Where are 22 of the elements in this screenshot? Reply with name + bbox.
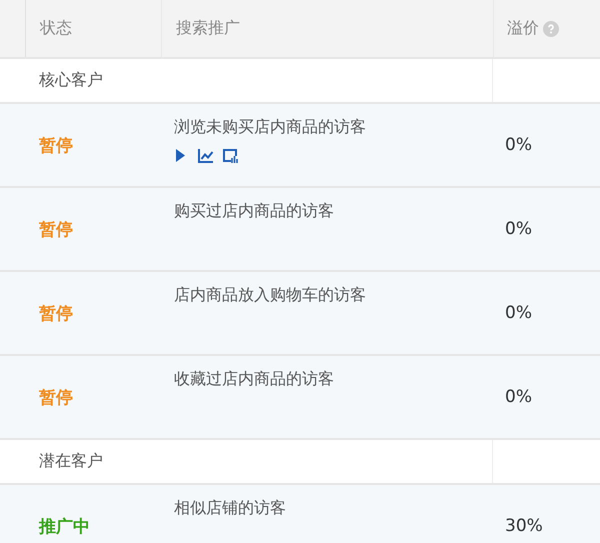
line-chart-icon[interactable] (198, 148, 214, 164)
premium-value: 0% (505, 387, 532, 407)
status-label: 暂停 (39, 302, 73, 324)
audience-name: 收藏过店内商品的访客 (174, 369, 334, 390)
premium-value: 0% (505, 135, 532, 155)
premium-value: 0% (505, 219, 532, 239)
audience-name: 店内商品放入购物车的访客 (174, 285, 366, 306)
audience-name: 浏览未购买店内商品的访客 (174, 117, 366, 138)
premium-value: 30% (505, 516, 543, 536)
status-label: 暂停 (39, 134, 73, 156)
status-label: 推广中 (39, 516, 90, 538)
status-label: 暂停 (39, 218, 73, 240)
status-label: 暂停 (39, 386, 73, 408)
group-label: 核心客户 (39, 70, 103, 91)
premium-value: 0% (505, 303, 532, 323)
column-header: 状态 (40, 18, 72, 39)
audience-name: 相似店铺的访客 (174, 498, 286, 519)
report-icon[interactable] (222, 148, 238, 164)
column-header: 搜索推广 (176, 18, 240, 39)
audience-name: 购买过店内商品的访客 (174, 201, 334, 222)
column-header: 溢价 (507, 18, 539, 39)
group-label: 潜在客户 (39, 451, 103, 472)
